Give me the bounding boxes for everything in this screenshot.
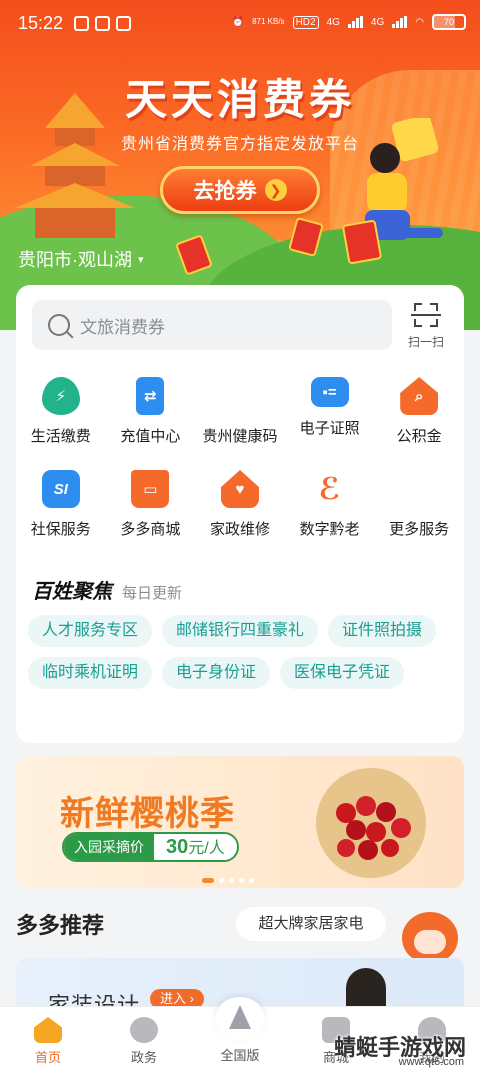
signal-icon <box>392 16 408 28</box>
status-bar: 15:22 ⏰ 871 KB/s HD2 4G 4G ◠ 70 <box>0 0 480 40</box>
service-label: 公积金 <box>396 428 442 445</box>
cherry-basket-image <box>316 768 426 878</box>
app-notification-icon <box>95 16 110 31</box>
grab-coupon-label: 去抢券 <box>193 180 257 203</box>
health-code-icon <box>221 377 259 415</box>
scan-button[interactable]: 扫一扫 <box>404 303 448 350</box>
service-item-social-security[interactable]: SI 社保服务 <box>16 470 106 539</box>
location-label: 贵阳市·观山湖 <box>18 250 132 270</box>
wifi-icon: ◠ <box>415 16 424 28</box>
grab-coupon-button[interactable]: 去抢券 ❯ <box>160 166 320 214</box>
scan-label: 扫一扫 <box>407 335 444 349</box>
signal-icon <box>347 16 363 28</box>
service-label: 生活缴费 <box>30 428 91 445</box>
services-card: 文旅消费券 扫一扫 ⚡ 生活缴费 ⇄ 充值中心 贵州健康码 ▪= 电子证照 ⌕ … <box>16 285 464 743</box>
tab-label: 首页 <box>34 1050 61 1065</box>
promo-price-unit: 元/人 <box>188 840 225 857</box>
service-item-recharge[interactable]: ⇄ 充值中心 <box>106 377 196 446</box>
promo-banner[interactable]: 新鲜樱桃季 入园采摘价 30元/人 <box>16 756 464 888</box>
net-speed: 871 KB/s <box>252 17 285 26</box>
more-icon <box>400 470 438 508</box>
scan-icon <box>411 303 441 327</box>
promo-title: 新鲜樱桃季 <box>60 795 235 833</box>
service-label: 充值中心 <box>120 428 181 445</box>
tab-home[interactable]: 首页 <box>3 1017 93 1066</box>
focus-subtitle: 每日更新 <box>122 585 183 602</box>
service-item-duoduo-mall[interactable]: ▭ 多多商城 <box>106 470 196 539</box>
carousel-indicator <box>202 878 254 883</box>
focus-tag[interactable]: 医保电子凭证 <box>280 657 405 689</box>
service-label: 贵州健康码 <box>202 428 278 445</box>
service-item-digital-elder[interactable]: ℰ 数字黔老 <box>285 470 375 539</box>
tab-national[interactable]: 全国版 <box>195 997 285 1064</box>
focus-tag[interactable]: 临时乘机证明 <box>28 657 153 689</box>
hero-banner[interactable]: 15:22 ⏰ 871 KB/s HD2 4G 4G ◠ 70 天天消费券 贵州… <box>0 0 480 330</box>
signal-label: 4G <box>370 16 385 28</box>
service-label: 多多商城 <box>120 521 181 538</box>
service-label: 社保服务 <box>30 521 91 538</box>
tab-label: 政务 <box>130 1050 157 1065</box>
promo-price-value: 30 <box>166 836 189 858</box>
app-notification-icon <box>116 16 131 31</box>
service-label: 电子证照 <box>299 420 360 437</box>
focus-tag[interactable]: 人才服务专区 <box>28 615 153 647</box>
service-item-housekeeping[interactable]: ♥ 家政维修 <box>195 470 285 539</box>
chevron-down-icon: ▾ <box>138 253 144 266</box>
tab-government[interactable]: 政务 <box>99 1017 189 1066</box>
status-right: ⏰ 871 KB/s HD2 4G 4G ◠ 70 <box>232 14 466 30</box>
elder-icon: ℰ <box>318 472 341 506</box>
bell-icon <box>215 997 265 1041</box>
cherries-illustration <box>336 796 411 860</box>
search-placeholder: 文旅消费券 <box>80 317 165 337</box>
signal-label: 4G <box>326 16 340 28</box>
si-icon: SI <box>41 470 80 508</box>
focus-tags: 人才服务专区 邮储银行四重豪礼 证件照拍摄 临时乘机证明 电子身份证 医保电子凭… <box>28 615 448 689</box>
mascot-icon[interactable] <box>402 912 458 964</box>
focus-tag[interactable]: 邮储银行四重豪礼 <box>162 615 319 647</box>
service-item-more[interactable]: 更多服务 <box>374 470 464 539</box>
search-input[interactable]: 文旅消费券 <box>32 300 392 350</box>
arrow-right-icon: ❯ <box>264 179 287 201</box>
focus-header: 百姓聚焦 每日更新 <box>32 575 182 604</box>
focus-title: 百姓聚焦 <box>32 581 112 603</box>
home-heart-icon: ♥ <box>220 470 259 508</box>
id-card-icon: ▪= <box>310 377 349 407</box>
promo-price: 30元/人 <box>154 834 237 860</box>
promo-pill-label: 入园采摘价 <box>64 834 154 860</box>
alarm-icon: ⏰ <box>231 16 245 28</box>
tab-label: 全国版 <box>220 1048 260 1063</box>
red-envelope-icon <box>341 219 383 265</box>
shop-icon: ▭ <box>131 470 170 508</box>
search-icon <box>48 314 70 336</box>
service-grid: ⚡ 生活缴费 ⇄ 充值中心 贵州健康码 ▪= 电子证照 ⌕ 公积金 SI 社保服… <box>16 377 464 539</box>
government-icon <box>130 1017 158 1043</box>
service-label: 家政维修 <box>209 521 270 538</box>
service-item-housing-fund[interactable]: ⌕ 公积金 <box>374 377 464 446</box>
lightning-drop-icon: ⚡ <box>41 377 80 415</box>
app-notification-icon <box>74 16 89 31</box>
home-icon <box>34 1017 62 1043</box>
service-label: 更多服务 <box>389 521 450 538</box>
service-item-health-code[interactable]: 贵州健康码 <box>195 377 285 446</box>
location-selector[interactable]: 贵阳市·观山湖 ▾ <box>18 246 144 272</box>
recommend-title: 多多推荐 <box>16 913 105 938</box>
promo-price-pill: 入园采摘价 30元/人 <box>62 832 239 862</box>
service-item-e-license[interactable]: ▪= 电子证照 <box>285 377 375 446</box>
house-search-icon: ⌕ <box>400 377 439 415</box>
battery-icon: 70 <box>432 14 466 30</box>
phone-icon: ⇄ <box>136 377 165 415</box>
service-item-utility[interactable]: ⚡ 生活缴费 <box>16 377 106 446</box>
status-time: 15:22 <box>18 13 64 33</box>
recommend-chip[interactable]: 超大牌家居家电 <box>236 907 386 941</box>
service-label: 数字黔老 <box>299 521 360 538</box>
hd-icon: HD2 <box>292 15 319 29</box>
focus-tag[interactable]: 证件照拍摄 <box>328 615 437 647</box>
notification-icons <box>74 16 131 31</box>
focus-tag[interactable]: 电子身份证 <box>162 657 271 689</box>
watermark-url: www.qt6.com <box>398 1056 464 1068</box>
